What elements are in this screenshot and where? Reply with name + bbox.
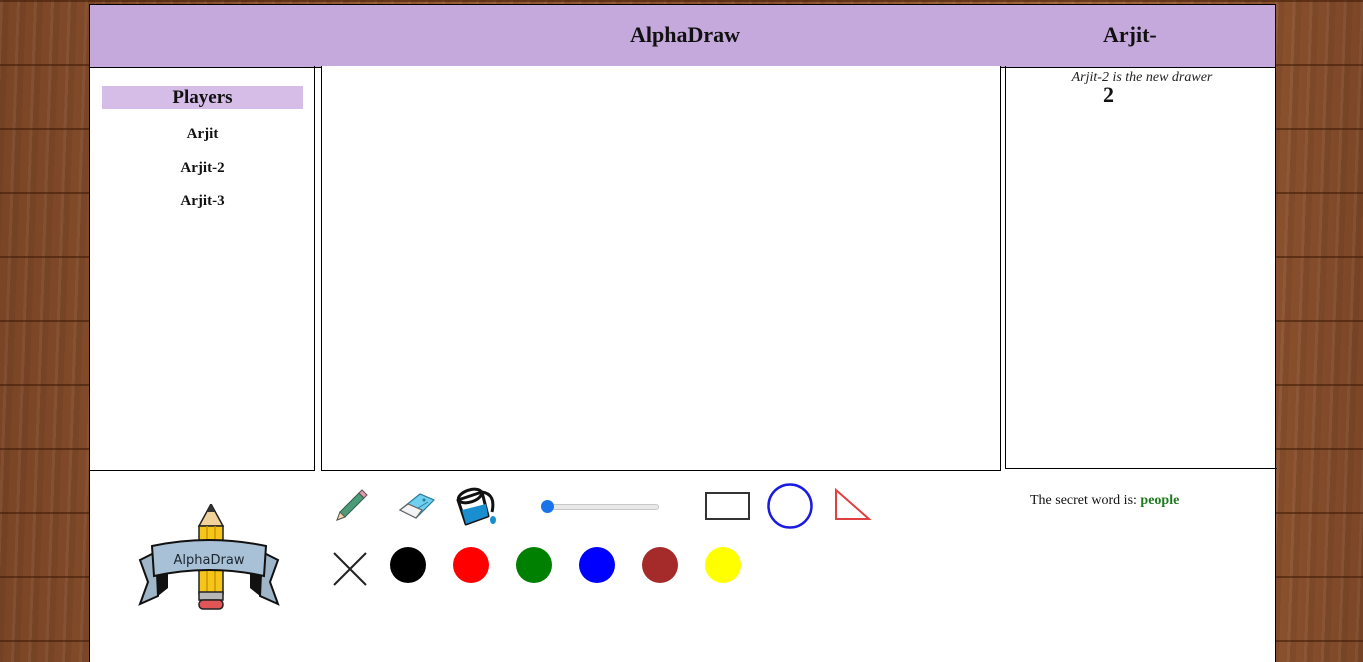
secret-word-display: The secret word is: people xyxy=(1030,493,1179,509)
slider-knob[interactable] xyxy=(541,500,554,513)
secret-word: people xyxy=(1140,493,1180,508)
messages-panel: Arjit-2 is the new drawer xyxy=(1005,66,1277,469)
player-item: Arjit-3 xyxy=(180,193,225,209)
pencil-icon[interactable] xyxy=(333,488,369,524)
alphadraw-logo: AlphaDraw xyxy=(138,504,280,610)
player-item: Arjit xyxy=(186,126,219,142)
app-title: AlphaDraw xyxy=(629,22,740,47)
secret-label: The secret word is: xyxy=(1030,493,1137,508)
color-blue[interactable] xyxy=(579,547,615,583)
rectangle-icon[interactable] xyxy=(704,490,752,522)
clear-icon[interactable] xyxy=(332,550,368,588)
message-item: Arjit-2 is the new drawer xyxy=(1071,70,1213,85)
drawing-canvas[interactable] xyxy=(321,66,1001,471)
color-black[interactable] xyxy=(390,547,426,583)
brush-size-slider[interactable] xyxy=(541,500,659,513)
app-window: AlphaDraw Arjit-2 Players Arjit Arjit-2 … xyxy=(89,4,1277,662)
players-title: Players xyxy=(102,86,303,109)
color-brown[interactable] xyxy=(642,547,678,583)
player-item: Arjit-2 xyxy=(180,160,225,176)
color-green[interactable] xyxy=(516,547,552,583)
eraser-icon[interactable] xyxy=(394,488,438,524)
color-yellow[interactable] xyxy=(705,547,741,583)
circle-icon[interactable] xyxy=(766,482,814,530)
color-red[interactable] xyxy=(453,547,489,583)
header-bar: AlphaDraw Arjit-2 xyxy=(90,4,1275,107)
triangle-icon[interactable] xyxy=(832,488,872,524)
players-panel: Players Arjit Arjit-2 Arjit-3 xyxy=(90,66,315,471)
logo-text: AlphaDraw xyxy=(174,553,245,568)
fill-bucket-icon[interactable] xyxy=(452,484,500,528)
